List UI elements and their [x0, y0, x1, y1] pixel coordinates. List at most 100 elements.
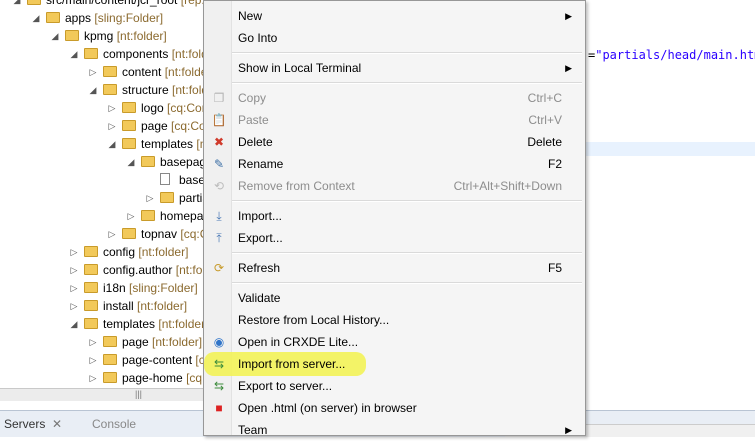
tree-item-name: structure	[122, 83, 169, 97]
menu-item-label: Remove from Context	[238, 179, 355, 193]
expand-closed-icon[interactable]: ▷	[126, 207, 136, 225]
menu-separator	[232, 82, 582, 84]
tree-item[interactable]: ▷ i18n [sling:Folder]	[0, 279, 215, 297]
expand-open-icon[interactable]: ◢	[31, 9, 41, 27]
menu-item-label: Rename	[238, 157, 284, 171]
folder-icon	[84, 246, 98, 257]
menu-item-label: New	[238, 9, 263, 23]
menu-item-paste: 📋 Paste Ctrl+V	[204, 109, 585, 131]
tree-item[interactable]: ◢ kpmg [nt:folder]	[0, 27, 215, 45]
expand-closed-icon[interactable]: ▷	[69, 297, 79, 315]
browser-stop-icon: ■	[215, 401, 223, 415]
menu-separator	[232, 52, 582, 54]
tab-servers[interactable]: Servers	[4, 417, 45, 431]
expand-open-icon[interactable]: ◢	[126, 153, 136, 171]
tree-item[interactable]: ◢ structure [nt:folder]	[0, 81, 215, 99]
expand-closed-icon[interactable]: ▷	[145, 189, 155, 207]
folder-icon	[160, 192, 174, 203]
rename-icon: ✎	[213, 157, 225, 171]
menu-item-new[interactable]: New ▶	[204, 5, 585, 27]
menu-item-label: Open in CRXDE Lite...	[238, 335, 359, 349]
tree-item[interactable]: ▷logo [cq:Component]	[0, 99, 215, 117]
menu-item-import-from-server[interactable]: ⇆ Import from server...	[204, 353, 585, 375]
expand-open-icon[interactable]: ◢	[50, 27, 60, 45]
tree-item[interactable]: ◢ components [nt:folder]	[0, 45, 215, 63]
menu-item-export-to-server[interactable]: ⇆ Export to server...	[204, 375, 585, 397]
tree-item-label: structure [nt:folder]	[122, 81, 215, 99]
tree-item[interactable]: ▷ content [nt:folder]	[0, 63, 215, 81]
tree-item-name: templates	[141, 137, 194, 151]
tree-item[interactable]: ◢ apps [sling:Folder]	[0, 9, 215, 27]
expand-closed-icon[interactable]: ▷	[69, 243, 79, 261]
menu-item-rename[interactable]: ✎ Rename F2	[204, 153, 585, 175]
menu-item-refresh[interactable]: ⟳ Refresh F5	[204, 257, 585, 279]
tree-item[interactable]: ▷ page-content [cq:Template]	[0, 351, 215, 369]
tab-console[interactable]: Console	[92, 417, 136, 431]
expand-closed-icon[interactable]: ▷	[69, 261, 79, 279]
menu-item-label: Refresh	[238, 261, 281, 275]
tree-item[interactable]: basepage	[0, 171, 215, 189]
scrollbar-grip-icon: |||	[135, 389, 143, 399]
menu-item-open-in-crxde-lite[interactable]: ◉ Open in CRXDE Lite...	[204, 331, 585, 353]
refresh-icon: ⟳	[213, 261, 225, 275]
tree-item[interactable]: ▷ page [nt:folder]	[0, 333, 215, 351]
expand-open-icon[interactable]: ◢	[69, 45, 79, 63]
expand-open-icon[interactable]: ◢	[12, 0, 22, 9]
menu-separator	[232, 200, 582, 202]
tree-item[interactable]: ▷ install [nt:folder]	[0, 297, 215, 315]
tree-horizontal-scrollbar[interactable]	[0, 388, 210, 401]
menu-item-label: Open .html (on server) in browser	[238, 401, 417, 415]
tree-item[interactable]: ▷ homepage	[0, 207, 215, 225]
menu-item-team[interactable]: Team ▶	[204, 419, 585, 441]
tree-item-name: templates	[103, 317, 156, 331]
tree-item[interactable]: ◢ src/main/content/jcr_root [rep:root]	[0, 0, 215, 9]
menu-item-show-in-local-terminal[interactable]: Show in Local Terminal ▶	[204, 57, 585, 79]
tree-item-label: src/main/content/jcr_root [rep:root]	[46, 0, 215, 9]
menu-item-import[interactable]: ⤓ Import...	[204, 205, 585, 227]
menu-item-label: Copy	[238, 91, 267, 105]
menu-item-label: Go Into	[238, 31, 278, 45]
menu-item-open-html-on-server-in-browser[interactable]: ■ Open .html (on server) in browser	[204, 397, 585, 419]
tree-item-label: templates [nt:folder]	[103, 315, 208, 333]
tree-item[interactable]: ◢ basepage	[0, 153, 215, 171]
menu-item-export[interactable]: ⤒ Export...	[204, 227, 585, 249]
tree-item-name: page	[122, 335, 149, 349]
expand-closed-icon[interactable]: ▷	[88, 369, 98, 387]
tree-item[interactable]: ▷ config [nt:folder]	[0, 243, 215, 261]
submenu-arrow-icon: ▶	[565, 425, 572, 435]
expand-closed-icon[interactable]: ▷	[88, 333, 98, 351]
tree-item[interactable]: ▷ partials	[0, 189, 215, 207]
tree-item[interactable]: ▷topnav [cq:Component]	[0, 225, 215, 243]
paste-icon: 📋	[211, 113, 227, 127]
folder-icon	[122, 138, 136, 149]
tree-item[interactable]: ◢templates [nt:folder]	[0, 135, 215, 153]
expand-closed-icon[interactable]: ▷	[107, 99, 117, 117]
menu-item-restore-from-local-history[interactable]: Restore from Local History...	[204, 309, 585, 331]
tree-item-type: [nt:folder]	[116, 29, 167, 43]
expand-open-icon[interactable]: ◢	[88, 81, 98, 99]
copy-icon: ❐	[213, 91, 225, 105]
menu-item-copy: ❐ Copy Ctrl+C	[204, 87, 585, 109]
tab-close-icon[interactable]: ✕	[52, 417, 62, 431]
menu-item-delete[interactable]: ✖ Delete Delete	[204, 131, 585, 153]
tree-item-name: content	[122, 65, 162, 79]
menu-item-shortcut: Delete	[527, 135, 562, 149]
expand-closed-icon[interactable]: ▷	[88, 63, 98, 81]
tree-item[interactable]: ▷ config.author [nt:folder]	[0, 261, 215, 279]
project-explorer-tree: ◢ src/main/content/jcr_root [rep:root] ◢ ap…	[0, 0, 215, 388]
tree-item[interactable]: ▷page [cq:Component]	[0, 117, 215, 135]
expand-open-icon[interactable]: ◢	[69, 315, 79, 333]
menu-item-label: Export to server...	[238, 379, 333, 393]
expand-open-icon[interactable]: ◢	[107, 135, 117, 153]
menu-item-validate[interactable]: Validate	[204, 287, 585, 309]
menu-item-go-into[interactable]: Go Into	[204, 27, 585, 49]
folder-icon	[122, 120, 136, 131]
expand-closed-icon[interactable]: ▷	[107, 117, 117, 135]
expand-closed-icon[interactable]: ▷	[88, 351, 98, 369]
expand-closed-icon[interactable]: ▷	[69, 279, 79, 297]
tree-item-type: [sling:Folder]	[129, 281, 198, 295]
tree-item[interactable]: ◢ templates [nt:folder]	[0, 315, 215, 333]
tree-item[interactable]: ▷ page-home [cq:Template]	[0, 369, 215, 387]
delete-icon: ✖	[213, 135, 225, 149]
expand-closed-icon[interactable]: ▷	[107, 225, 117, 243]
